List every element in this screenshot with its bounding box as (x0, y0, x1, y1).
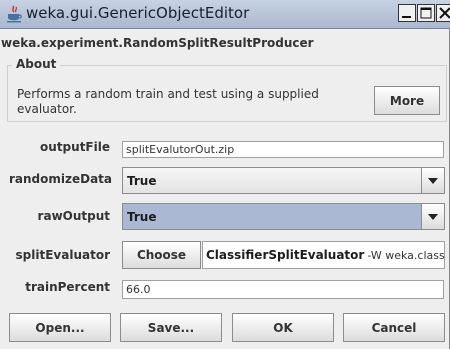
close-icon (439, 7, 450, 19)
raw-output-value: True (123, 204, 421, 229)
randomize-data-combo[interactable]: True (122, 167, 445, 194)
split-evaluator-class: ClassifierSplitEvaluator (206, 248, 365, 262)
raw-output-dropdown-button[interactable] (421, 204, 444, 229)
train-percent-label: trainPercent (25, 280, 110, 294)
chevron-down-icon (428, 213, 438, 220)
raw-output-combo[interactable]: True (122, 203, 445, 230)
split-evaluator-options: -W weka.classifi (367, 248, 445, 262)
generic-object-editor-window: weka.gui.GenericObjectEditor weka.experi… (0, 0, 450, 349)
maximize-icon (420, 7, 432, 19)
randomize-data-value: True (123, 168, 421, 193)
java-cup-icon (6, 5, 22, 23)
open-button[interactable]: Open... (9, 313, 111, 342)
title-bar[interactable]: weka.gui.GenericObjectEditor (0, 0, 450, 29)
close-button[interactable] (436, 4, 450, 22)
ok-button[interactable]: OK (232, 313, 334, 342)
cancel-button[interactable]: Cancel (343, 313, 445, 342)
window-title: weka.gui.GenericObjectEditor (26, 4, 250, 22)
randomize-data-dropdown-button[interactable] (421, 168, 444, 193)
object-class-name: weka.experiment.RandomSplitResultProduce… (1, 36, 314, 50)
train-percent-field[interactable]: 66.0 (122, 280, 444, 299)
output-file-field[interactable]: splitEvalutorOut.zip (122, 141, 444, 158)
randomize-data-label: randomizeData (8, 172, 112, 186)
split-evaluator-label: splitEvaluator (15, 248, 110, 262)
choose-button[interactable]: Choose (122, 241, 201, 269)
about-label: About (12, 57, 61, 71)
raw-output-label: rawOutput (37, 209, 110, 223)
maximize-button[interactable] (417, 4, 435, 22)
split-evaluator-field[interactable]: ClassifierSplitEvaluator -W weka.classif… (202, 241, 445, 269)
minimize-button[interactable] (398, 4, 416, 22)
more-button[interactable]: More (374, 86, 440, 115)
about-description: Performs a random train and test using a… (17, 87, 319, 116)
minimize-icon (402, 16, 411, 18)
save-button[interactable]: Save... (120, 313, 222, 342)
chevron-down-icon (428, 177, 438, 184)
output-file-label: outputFile (40, 140, 110, 154)
